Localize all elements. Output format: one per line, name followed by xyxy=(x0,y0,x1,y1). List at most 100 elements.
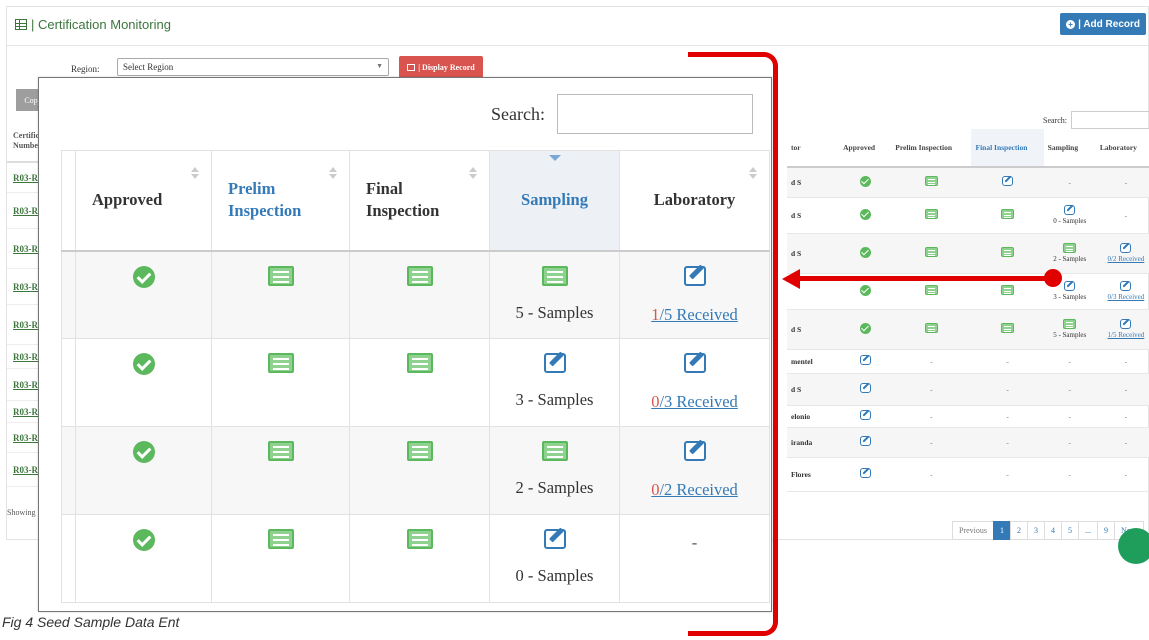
pagination-item[interactable]: 9 xyxy=(1097,521,1115,540)
edit-icon[interactable] xyxy=(1064,205,1076,215)
table-row: 3 - Samples 0/3 Received xyxy=(61,338,770,427)
edit-icon[interactable] xyxy=(1120,243,1132,253)
showing-entries-text: Showing 1 xyxy=(7,508,42,517)
check-circle-icon[interactable] xyxy=(132,353,155,375)
list-icon[interactable] xyxy=(267,441,294,461)
zoom-header-prelim[interactable]: Prelim Inspection xyxy=(211,150,350,252)
table-icon xyxy=(407,63,416,71)
pagination-item[interactable]: 3 xyxy=(1027,521,1045,540)
chat-button[interactable] xyxy=(1118,528,1149,564)
received-link[interactable]: 0/3 Received xyxy=(1096,293,1149,301)
column-header-approved[interactable]: Approved xyxy=(839,129,892,168)
list-icon[interactable] xyxy=(406,441,433,461)
add-record-button[interactable]: + | Add Record xyxy=(1060,13,1146,35)
check-circle-icon[interactable] xyxy=(132,265,155,288)
check-circle-icon[interactable] xyxy=(132,529,155,551)
list-icon[interactable] xyxy=(406,529,433,549)
cell-final: - xyxy=(971,427,1044,458)
inspector-name: d S xyxy=(787,309,840,350)
list-icon[interactable] xyxy=(406,265,433,286)
inspector-name: d S xyxy=(787,373,840,406)
column-header-inspector[interactable]: tor xyxy=(787,129,840,168)
list-icon[interactable] xyxy=(1001,209,1015,219)
edit-icon[interactable] xyxy=(859,383,871,393)
pagination-item[interactable]: ... xyxy=(1078,521,1098,540)
header-label: Sampling xyxy=(521,190,588,210)
check-circle-icon[interactable] xyxy=(859,246,871,258)
list-icon[interactable] xyxy=(267,353,294,373)
edit-icon[interactable] xyxy=(1064,281,1076,291)
zoom-header-sampling[interactable]: Sampling xyxy=(489,150,620,252)
region-select[interactable]: Select Region ▼ xyxy=(117,58,389,76)
list-icon[interactable] xyxy=(1001,285,1015,295)
table-edge xyxy=(61,338,76,427)
zoom-header-approved[interactable]: Approved xyxy=(75,150,212,252)
column-header-prelim[interactable]: Prelim Inspection xyxy=(891,129,972,168)
edit-icon[interactable] xyxy=(1002,176,1014,187)
chevron-down-icon: ▼ xyxy=(376,62,383,70)
list-icon[interactable] xyxy=(406,353,433,373)
check-circle-icon[interactable] xyxy=(859,175,871,187)
received-link[interactable]: 0/2 Received xyxy=(1096,255,1149,263)
list-icon[interactable] xyxy=(924,209,938,219)
edit-icon[interactable] xyxy=(543,353,566,373)
edit-icon[interactable] xyxy=(859,410,871,420)
annotation-arrow-dot xyxy=(1044,269,1062,287)
list-icon[interactable] xyxy=(924,285,938,295)
list-icon[interactable] xyxy=(267,265,294,286)
list-icon[interactable] xyxy=(924,247,938,257)
list-icon[interactable] xyxy=(541,265,568,286)
pagination-item[interactable]: 4 xyxy=(1044,521,1062,540)
list-icon[interactable] xyxy=(1063,243,1077,253)
zoom-table: Approved Prelim Inspection Final Inspect… xyxy=(61,150,770,603)
check-circle-icon[interactable] xyxy=(859,208,871,220)
check-circle-icon[interactable] xyxy=(859,284,871,296)
table-edge xyxy=(61,250,76,339)
pagination-item[interactable]: 5 xyxy=(1061,521,1079,540)
pagination-item[interactable]: 1 xyxy=(993,521,1011,540)
cell-approved xyxy=(839,309,892,350)
edit-icon[interactable] xyxy=(1120,281,1132,291)
edit-icon[interactable] xyxy=(859,468,871,478)
list-icon[interactable] xyxy=(924,176,938,187)
page-title: | Certification Monitoring xyxy=(15,17,171,32)
edit-icon[interactable] xyxy=(1120,319,1132,329)
cell-prelim: - xyxy=(891,457,972,492)
table-row: 0 - Samples - xyxy=(61,514,770,603)
list-icon[interactable] xyxy=(924,323,938,333)
inspector-name: Flores xyxy=(787,457,840,492)
column-header-sampling[interactable]: Sampling xyxy=(1043,129,1096,168)
check-circle-icon[interactable] xyxy=(132,441,155,463)
table-edge xyxy=(61,514,76,603)
page-title-text: | Certification Monitoring xyxy=(31,17,171,32)
list-icon[interactable] xyxy=(1063,319,1077,329)
cell-lab: - xyxy=(1095,349,1149,374)
list-icon[interactable] xyxy=(267,529,294,549)
header-label: Approved xyxy=(92,190,163,210)
table-edge xyxy=(61,426,76,515)
list-icon[interactable] xyxy=(541,441,568,461)
table-row: elonio - - - - xyxy=(787,405,1149,428)
edit-icon[interactable] xyxy=(859,436,871,446)
search-input[interactable] xyxy=(1071,111,1149,129)
list-icon[interactable] xyxy=(1001,247,1015,257)
received-link[interactable]: 1/5 Received xyxy=(1096,331,1149,339)
pagination-item[interactable]: Previous xyxy=(952,521,994,540)
column-header-laboratory[interactable]: Laboratory xyxy=(1095,129,1149,168)
pagination-item[interactable]: 2 xyxy=(1010,521,1028,540)
edit-icon[interactable] xyxy=(543,529,566,549)
column-header-final[interactable]: Final Inspection xyxy=(971,129,1044,168)
zoom-header-final[interactable]: Final Inspection xyxy=(349,150,490,252)
samples-count: 0 - Samples xyxy=(1053,217,1087,225)
samples-count: 5 - Samples xyxy=(1053,331,1087,339)
cell-prelim: - xyxy=(891,373,972,406)
check-circle-icon[interactable] xyxy=(859,322,871,334)
display-record-button[interactable]: | Display Record xyxy=(399,56,483,78)
table-icon xyxy=(15,19,27,30)
cell-final: - xyxy=(971,349,1044,374)
edit-icon[interactable] xyxy=(859,355,871,365)
list-icon[interactable] xyxy=(1001,323,1015,333)
inspector-name: mentel xyxy=(787,349,840,374)
header-label: Final Inspection xyxy=(366,179,440,221)
table-row: d S---- xyxy=(787,373,1149,406)
